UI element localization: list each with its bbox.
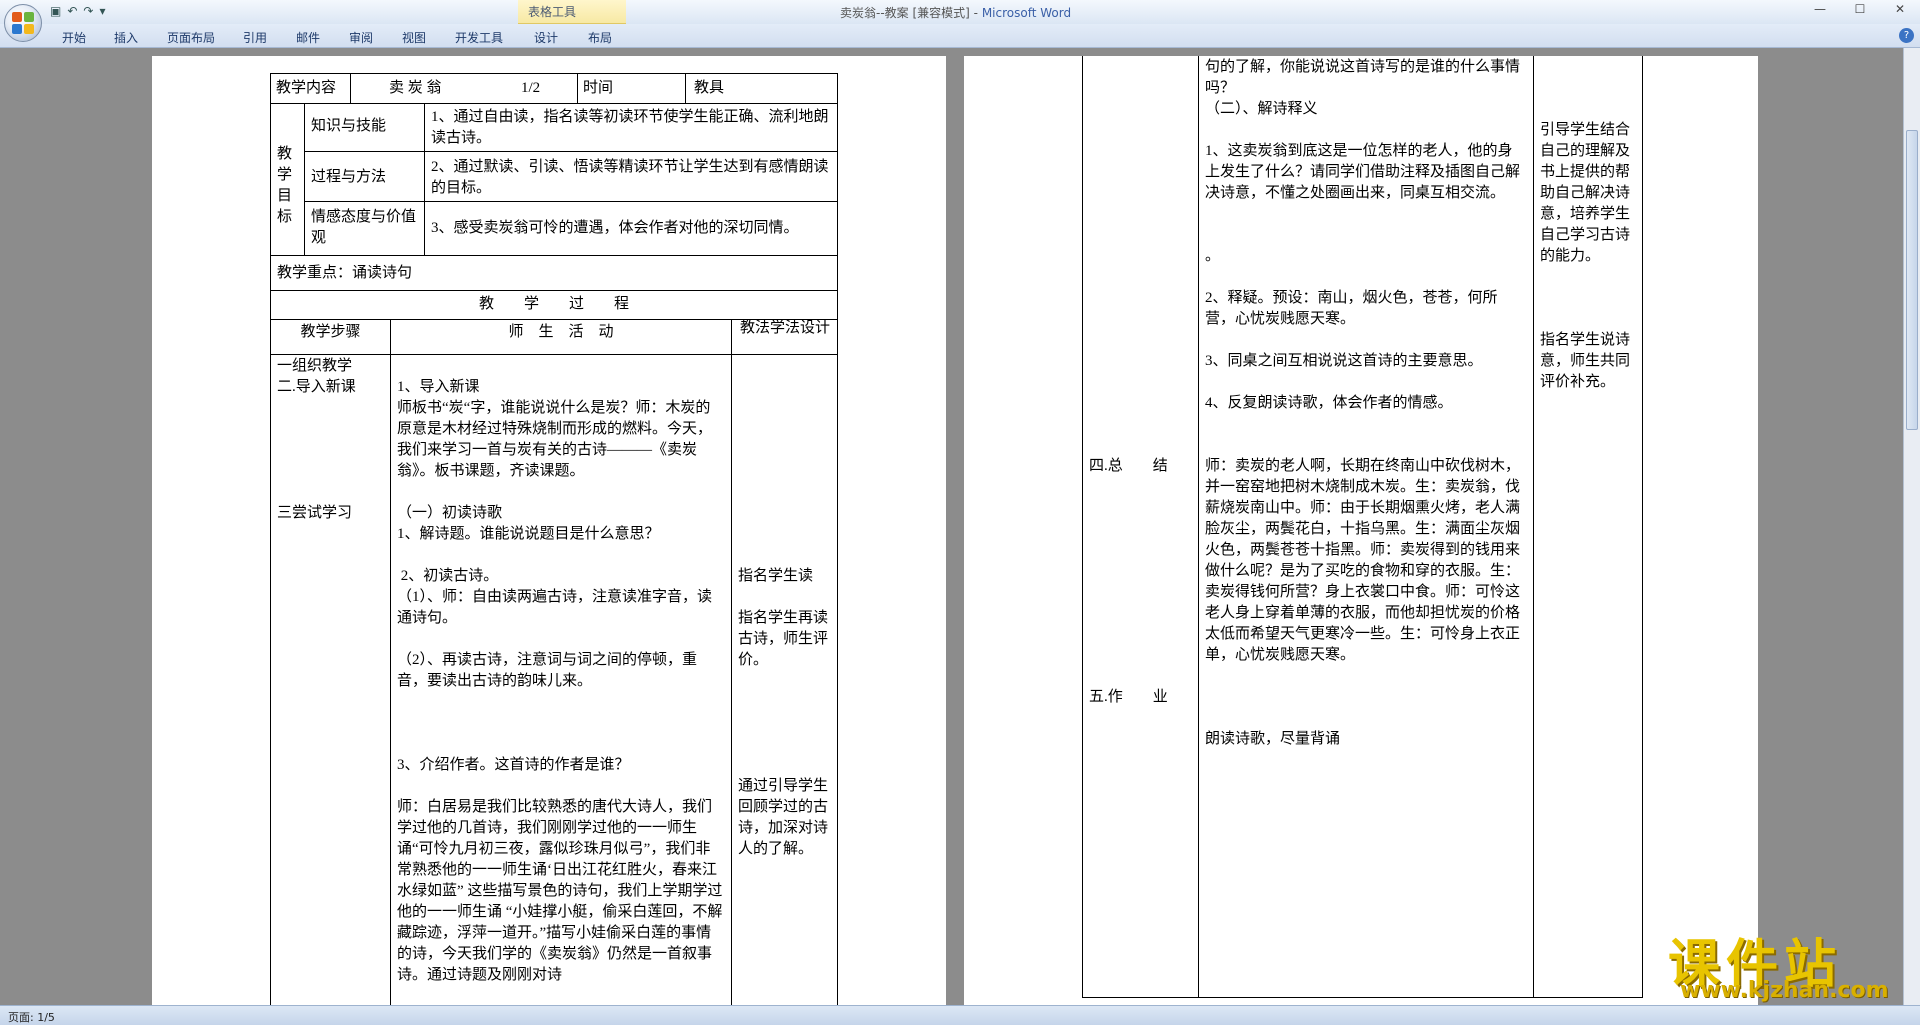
quick-access-toolbar: ▣ ↶ ↷ ▾ — [50, 3, 106, 19]
steps-text-2: 四.总 结 五.作 业 — [1089, 458, 1168, 705]
document-page-1[interactable]: 教学内容 卖 炭 翁 1/2 时间 教具 教学目标 知识与技能 1、通过自由读，… — [152, 56, 946, 1005]
tab-references[interactable]: 引用 — [243, 29, 267, 46]
tab-table-layout[interactable]: 布局 — [588, 29, 612, 46]
objective-dim-cell: 过程与方法 — [304, 151, 425, 202]
objective-dim-3: 情感态度与价值观 — [311, 209, 417, 246]
objective-text-cell: 3、感受卖炭翁可怜的遭遇，体会作者对他的深切同情。 — [424, 201, 838, 256]
maximize-icon[interactable]: ☐ — [1846, 2, 1874, 16]
objective-dim-cell: 情感态度与价值观 — [304, 201, 425, 256]
objective-dim-2: 过程与方法 — [311, 169, 387, 185]
design-header: 教法学法设计 — [739, 320, 830, 336]
steps-header-cell: 教学步骤 — [270, 319, 391, 355]
ribbon-tab-bar: 开始 插入 页面布局 引用 邮件 审阅 视图 开发工具 设计 布局 ? — [0, 24, 1920, 48]
focus-cell: 教学重点：诵读诗句 — [270, 255, 838, 291]
document-name: 卖炭翁--教案 [兼容模式] - — [840, 6, 982, 20]
activities-cell: 句的了解，你能说说这首诗写的是谁的什么事情吗？ （二）、解诗释义 1、这卖炭翁到… — [1198, 56, 1534, 998]
steps-text: 一组织教学 二.导入新课 三尝试学习 — [277, 358, 356, 521]
tab-mailings[interactable]: 邮件 — [296, 29, 320, 46]
activities-text: 1、导入新课 师板书“炭“字，谁能说说什么是炭？师：木炭的原意是木材经过特殊烧制… — [397, 379, 723, 983]
content-label: 教学内容 — [276, 80, 337, 96]
save-icon[interactable]: ▣ — [50, 3, 61, 19]
objectives-label: 教学目标 — [277, 146, 293, 225]
objective-text-2: 2、通过默读、引读、悟读等精读环节让学生达到有感情朗读的目标。 — [431, 159, 829, 196]
scrollbar-thumb[interactable] — [1906, 130, 1918, 430]
process-title-cell: 教 学 过 程 — [270, 290, 838, 320]
process-title: 教 学 过 程 — [478, 296, 629, 312]
close-icon[interactable]: ✕ — [1886, 2, 1914, 16]
steps-cell: 四.总 结 五.作 业 — [1082, 56, 1199, 998]
lesson-title: 卖 炭 翁 — [389, 80, 442, 96]
tab-review[interactable]: 审阅 — [349, 29, 373, 46]
customize-toolbar-icon[interactable]: ▾ — [99, 3, 105, 19]
design-text-2: 引导学生结合自己的理解及书上提供的帮助自己解决诗意，培养学生自己学习古诗的能力。… — [1540, 122, 1631, 390]
application-name: Microsoft Word — [981, 6, 1072, 20]
undo-icon[interactable]: ↶ — [67, 3, 77, 19]
design-cell: 引导学生结合自己的理解及书上提供的帮助自己解决诗意，培养学生自己学习古诗的能力。… — [1533, 56, 1643, 998]
word-window: 表格工具 ▣ ↶ ↷ ▾ 卖炭翁--教案 [兼容模式] - Microsoft … — [0, 0, 1920, 1025]
steps-header: 教学步骤 — [300, 324, 361, 340]
contextual-tab-group-label: 表格工具 — [528, 5, 577, 19]
redo-icon[interactable]: ↷ — [83, 3, 93, 19]
content-label-cell: 教学内容 — [270, 73, 351, 104]
aids-label: 教具 — [694, 80, 725, 96]
tab-developer[interactable]: 开发工具 — [455, 29, 503, 46]
document-page-2[interactable]: 四.总 结 五.作 业 句的了解，你能说说这首诗写的是谁的什么事情吗？ （二）、… — [964, 56, 1758, 1005]
title-bar: 表格工具 ▣ ↶ ↷ ▾ 卖炭翁--教案 [兼容模式] - Microsoft … — [0, 0, 1920, 24]
site-watermark: 课件站 www.kjzhan.com — [1668, 922, 1908, 1004]
vertical-scrollbar[interactable] — [1903, 48, 1920, 1005]
objective-text-3: 3、感受卖炭翁可怜的遭遇，体会作者对他的深切同情。 — [431, 220, 799, 236]
tab-insert[interactable]: 插入 — [114, 29, 138, 46]
objective-dim-cell: 知识与技能 — [304, 103, 425, 152]
design-cell: 指名学生读 指名学生再读古诗，师生评价。 通过引导学生回顾学过的古诗，加深对诗人… — [731, 354, 838, 1005]
activities-cell: 1、导入新课 师板书“炭“字，谁能说说什么是炭？师：木炭的原意是木材经过特殊烧制… — [390, 354, 732, 1005]
lesson-title-cell: 卖 炭 翁 1/2 — [350, 73, 578, 104]
activities-header: 师 生 活 动 — [508, 324, 614, 340]
help-icon[interactable]: ? — [1899, 28, 1914, 43]
aids-cell: 教具 — [685, 73, 838, 104]
tab-table-design[interactable]: 设计 — [534, 29, 558, 46]
teaching-focus: 教学重点：诵读诗句 — [277, 265, 413, 281]
time-cell: 时间 — [577, 73, 686, 104]
page-indicator[interactable]: 页面: 1/5 — [8, 1009, 55, 1025]
status-bar: 页面: 1/5 — [0, 1005, 1920, 1025]
tab-page-layout[interactable]: 页面布局 — [167, 29, 215, 46]
steps-cell: 一组织教学 二.导入新课 三尝试学习 — [270, 354, 391, 1005]
activities-header-cell: 师 生 活 动 — [390, 319, 732, 355]
objective-text-cell: 2、通过默读、引读、悟读等精读环节让学生达到有感情朗读的目标。 — [424, 151, 838, 202]
watermark-url: www.kjzhan.com — [1680, 978, 1889, 1003]
objectives-label-cell: 教学目标 — [270, 103, 305, 256]
office-logo-icon — [12, 12, 34, 34]
objective-text-cell: 1、通过自由读，指名读等初读环节使学生能正确、流利地朗读古诗。 — [424, 103, 838, 152]
office-button[interactable] — [4, 4, 42, 42]
design-header-cell: 教法学法设计 — [731, 319, 838, 355]
objective-text-1: 1、通过自由读，指名读等初读环节使学生能正确、流利地朗读古诗。 — [431, 109, 829, 146]
time-label: 时间 — [583, 80, 614, 96]
tab-home[interactable]: 开始 — [62, 29, 86, 46]
tab-view[interactable]: 视图 — [402, 29, 426, 46]
minimize-icon[interactable]: — — [1806, 2, 1834, 16]
activities-text-2: 句的了解，你能说说这首诗写的是谁的什么事情吗？ （二）、解诗释义 1、这卖炭翁到… — [1205, 59, 1521, 747]
objective-dim-1: 知识与技能 — [311, 118, 387, 134]
window-title: 卖炭翁--教案 [兼容模式] - Microsoft Word — [840, 4, 1071, 21]
lesson-period: 1/2 — [521, 80, 541, 96]
document-workspace: 教学内容 卖 炭 翁 1/2 时间 教具 教学目标 知识与技能 1、通过自由读，… — [0, 48, 1903, 1005]
design-text: 指名学生读 指名学生再读古诗，师生评价。 通过引导学生回顾学过的古诗，加深对诗人… — [738, 568, 829, 857]
